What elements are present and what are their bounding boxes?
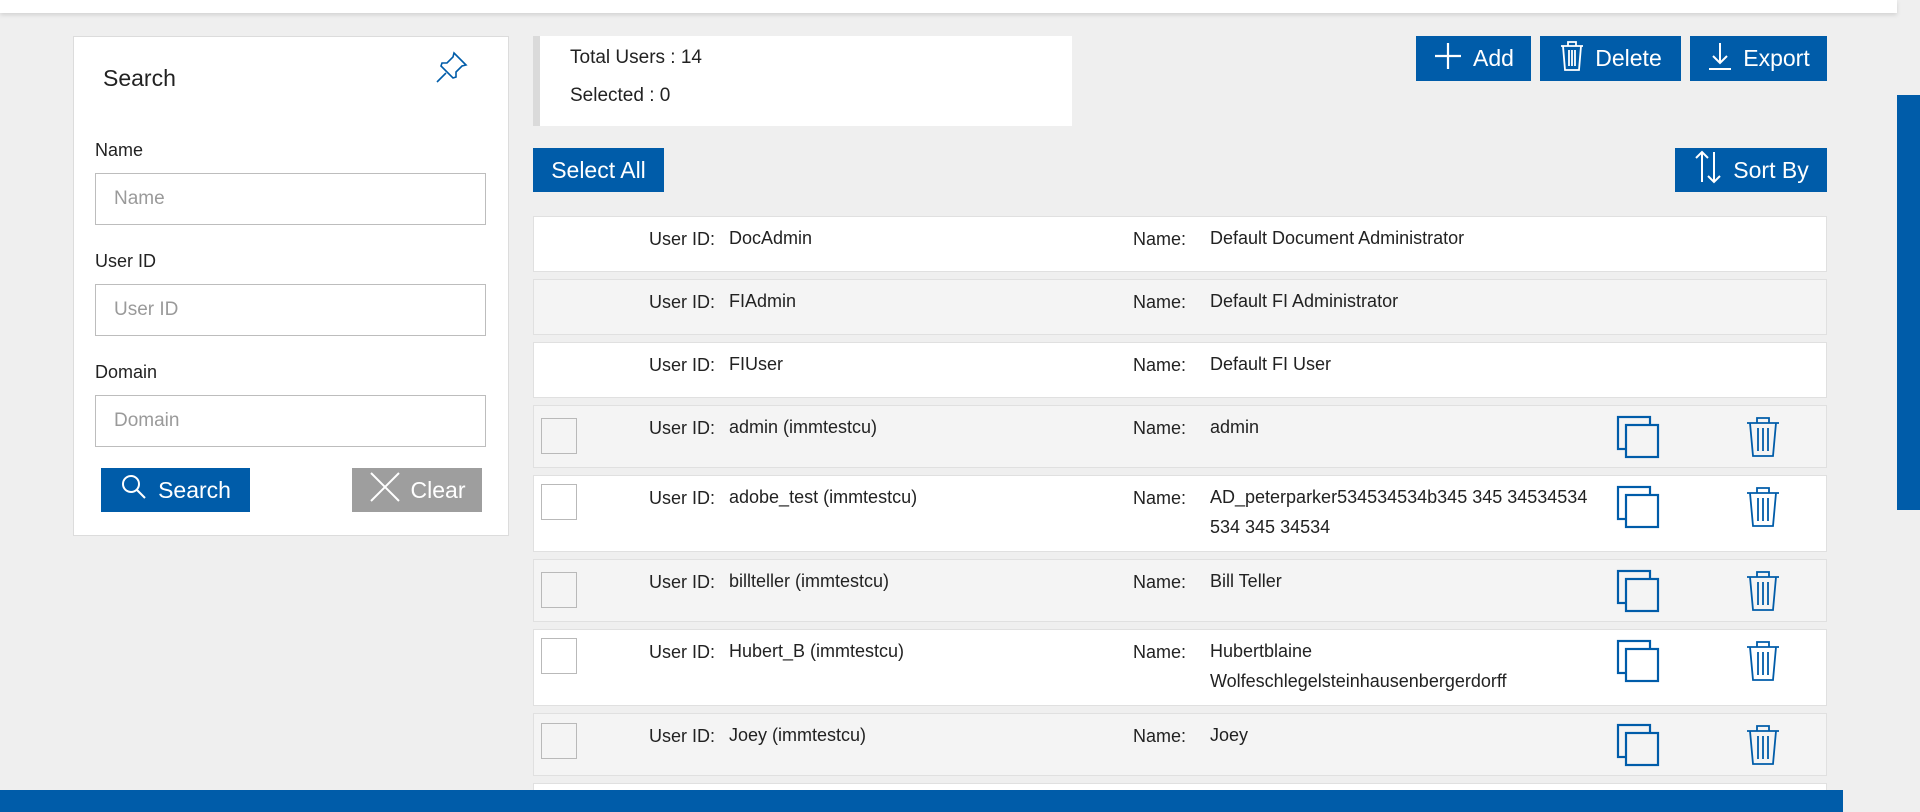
name-value: admin xyxy=(1210,417,1260,437)
copy-icon[interactable] xyxy=(1616,723,1660,767)
name-value: Default FI User xyxy=(1210,354,1332,374)
search-panel: Search Name User ID Domain Search Clear xyxy=(73,36,509,536)
name-label: Name: xyxy=(1133,642,1187,662)
user-id-label: User ID: xyxy=(649,642,716,662)
table-row[interactable]: User ID: billteller (immtestcu) Name: Bi… xyxy=(533,559,1827,622)
trash-icon xyxy=(1559,40,1595,78)
name-label: Name: xyxy=(1133,488,1187,508)
user-id-label: User ID: xyxy=(649,418,716,438)
user-id-label: User ID: xyxy=(649,572,716,592)
domain-input[interactable] xyxy=(95,395,486,447)
select-all-button[interactable]: Select All xyxy=(533,148,664,192)
user-id-label: User ID: xyxy=(649,488,716,508)
clear-button[interactable]: Clear xyxy=(352,468,482,512)
row-checkbox[interactable] xyxy=(541,723,577,759)
user-id-label: User ID: xyxy=(649,229,716,249)
table-row[interactable]: User ID: FIAdmin Name: Default FI Admini… xyxy=(533,279,1827,335)
search-button[interactable]: Search xyxy=(101,468,250,512)
plus-icon xyxy=(1433,41,1473,77)
sort-icon xyxy=(1693,150,1733,190)
name-input[interactable] xyxy=(95,173,486,225)
scrollbar-thumb[interactable] xyxy=(1897,95,1920,510)
name-label: Name: xyxy=(1133,726,1187,746)
name-label: Name: xyxy=(1133,292,1187,312)
download-icon xyxy=(1707,41,1743,77)
export-button-label: Export xyxy=(1743,45,1810,71)
search-panel-title: Search xyxy=(103,65,176,91)
row-checkbox[interactable] xyxy=(541,484,577,520)
trash-icon[interactable] xyxy=(1743,415,1783,459)
name-value: AD_peterparker534534534b345 345 34534534… xyxy=(1210,487,1588,537)
total-users: Total Users : 14 xyxy=(570,47,702,68)
user-id-label: User ID: xyxy=(649,355,716,375)
user-id-value: FIAdmin xyxy=(729,291,797,311)
trash-icon[interactable] xyxy=(1743,723,1783,767)
name-value: Default Document Administrator xyxy=(1210,228,1465,248)
add-button-label: Add xyxy=(1473,45,1514,71)
pin-icon[interactable] xyxy=(432,47,472,87)
table-row[interactable]: User ID: Hubert_B (immtestcu) Name: Hube… xyxy=(533,629,1827,706)
user-id-value: FIUser xyxy=(729,354,783,374)
name-label: Name: xyxy=(1133,229,1187,249)
top-bar xyxy=(0,0,1897,13)
add-button[interactable]: Add xyxy=(1416,36,1531,81)
select-all-label: Select All xyxy=(551,156,646,183)
name-value: Default FI Administrator xyxy=(1210,291,1399,311)
domain-label: Domain xyxy=(95,362,158,382)
user-stats: Total Users : 14 Selected : 0 xyxy=(533,36,1072,126)
search-icon xyxy=(120,473,158,507)
user-id-value: Joey (immtestcu) xyxy=(729,725,867,745)
table-row[interactable]: User ID: adobe_test (immtestcu) Name: AD… xyxy=(533,475,1827,552)
name-label: Name: xyxy=(1133,572,1187,592)
row-checkbox[interactable] xyxy=(541,572,577,608)
trash-icon[interactable] xyxy=(1743,485,1783,529)
table-row[interactable]: User ID: FIUser Name: Default FI User xyxy=(533,342,1827,398)
trash-icon[interactable] xyxy=(1743,639,1783,683)
name-label: Name xyxy=(95,140,144,160)
bottom-bar xyxy=(0,790,1843,812)
user-id-label: User ID: xyxy=(649,292,716,312)
name-label: Name: xyxy=(1133,355,1187,375)
table-row[interactable]: User ID: Joey (immtestcu) Name: Joey xyxy=(533,713,1827,776)
sort-by-label: Sort By xyxy=(1733,156,1809,183)
copy-icon[interactable] xyxy=(1616,485,1660,529)
row-checkbox[interactable] xyxy=(541,638,577,674)
user-id-label: User ID: xyxy=(649,726,716,746)
copy-icon[interactable] xyxy=(1616,415,1660,459)
delete-button[interactable]: Delete xyxy=(1540,36,1681,81)
user-id-value: admin (immtestcu) xyxy=(729,417,878,437)
delete-button-label: Delete xyxy=(1595,45,1662,71)
trash-icon[interactable] xyxy=(1743,569,1783,613)
close-icon xyxy=(369,471,411,509)
user-id-value: Hubert_B (immtestcu) xyxy=(729,641,905,661)
search-button-label: Search xyxy=(158,476,231,503)
userid-label: User ID xyxy=(95,251,157,271)
name-label: Name: xyxy=(1133,418,1187,438)
sort-by-button[interactable]: Sort By xyxy=(1675,148,1827,192)
name-value: Hubertblaine Wolfeschlegelsteinhausenber… xyxy=(1210,641,1507,691)
copy-icon[interactable] xyxy=(1616,639,1660,683)
selected-count: Selected : 0 xyxy=(570,85,671,106)
table-row[interactable]: User ID: DocAdmin Name: Default Document… xyxy=(533,216,1827,272)
row-checkbox[interactable] xyxy=(541,418,577,454)
user-id-value: DocAdmin xyxy=(729,228,813,248)
userid-input[interactable] xyxy=(95,284,486,336)
name-value: Bill Teller xyxy=(1210,571,1282,591)
name-value: Joey xyxy=(1210,725,1249,745)
copy-icon[interactable] xyxy=(1616,569,1660,613)
user-id-value: adobe_test (immtestcu) xyxy=(729,487,918,507)
table-row[interactable]: User ID: admin (immtestcu) Name: admin xyxy=(533,405,1827,468)
user-id-value: billteller (immtestcu) xyxy=(729,571,890,591)
clear-button-label: Clear xyxy=(410,476,466,503)
export-button[interactable]: Export xyxy=(1690,36,1827,81)
